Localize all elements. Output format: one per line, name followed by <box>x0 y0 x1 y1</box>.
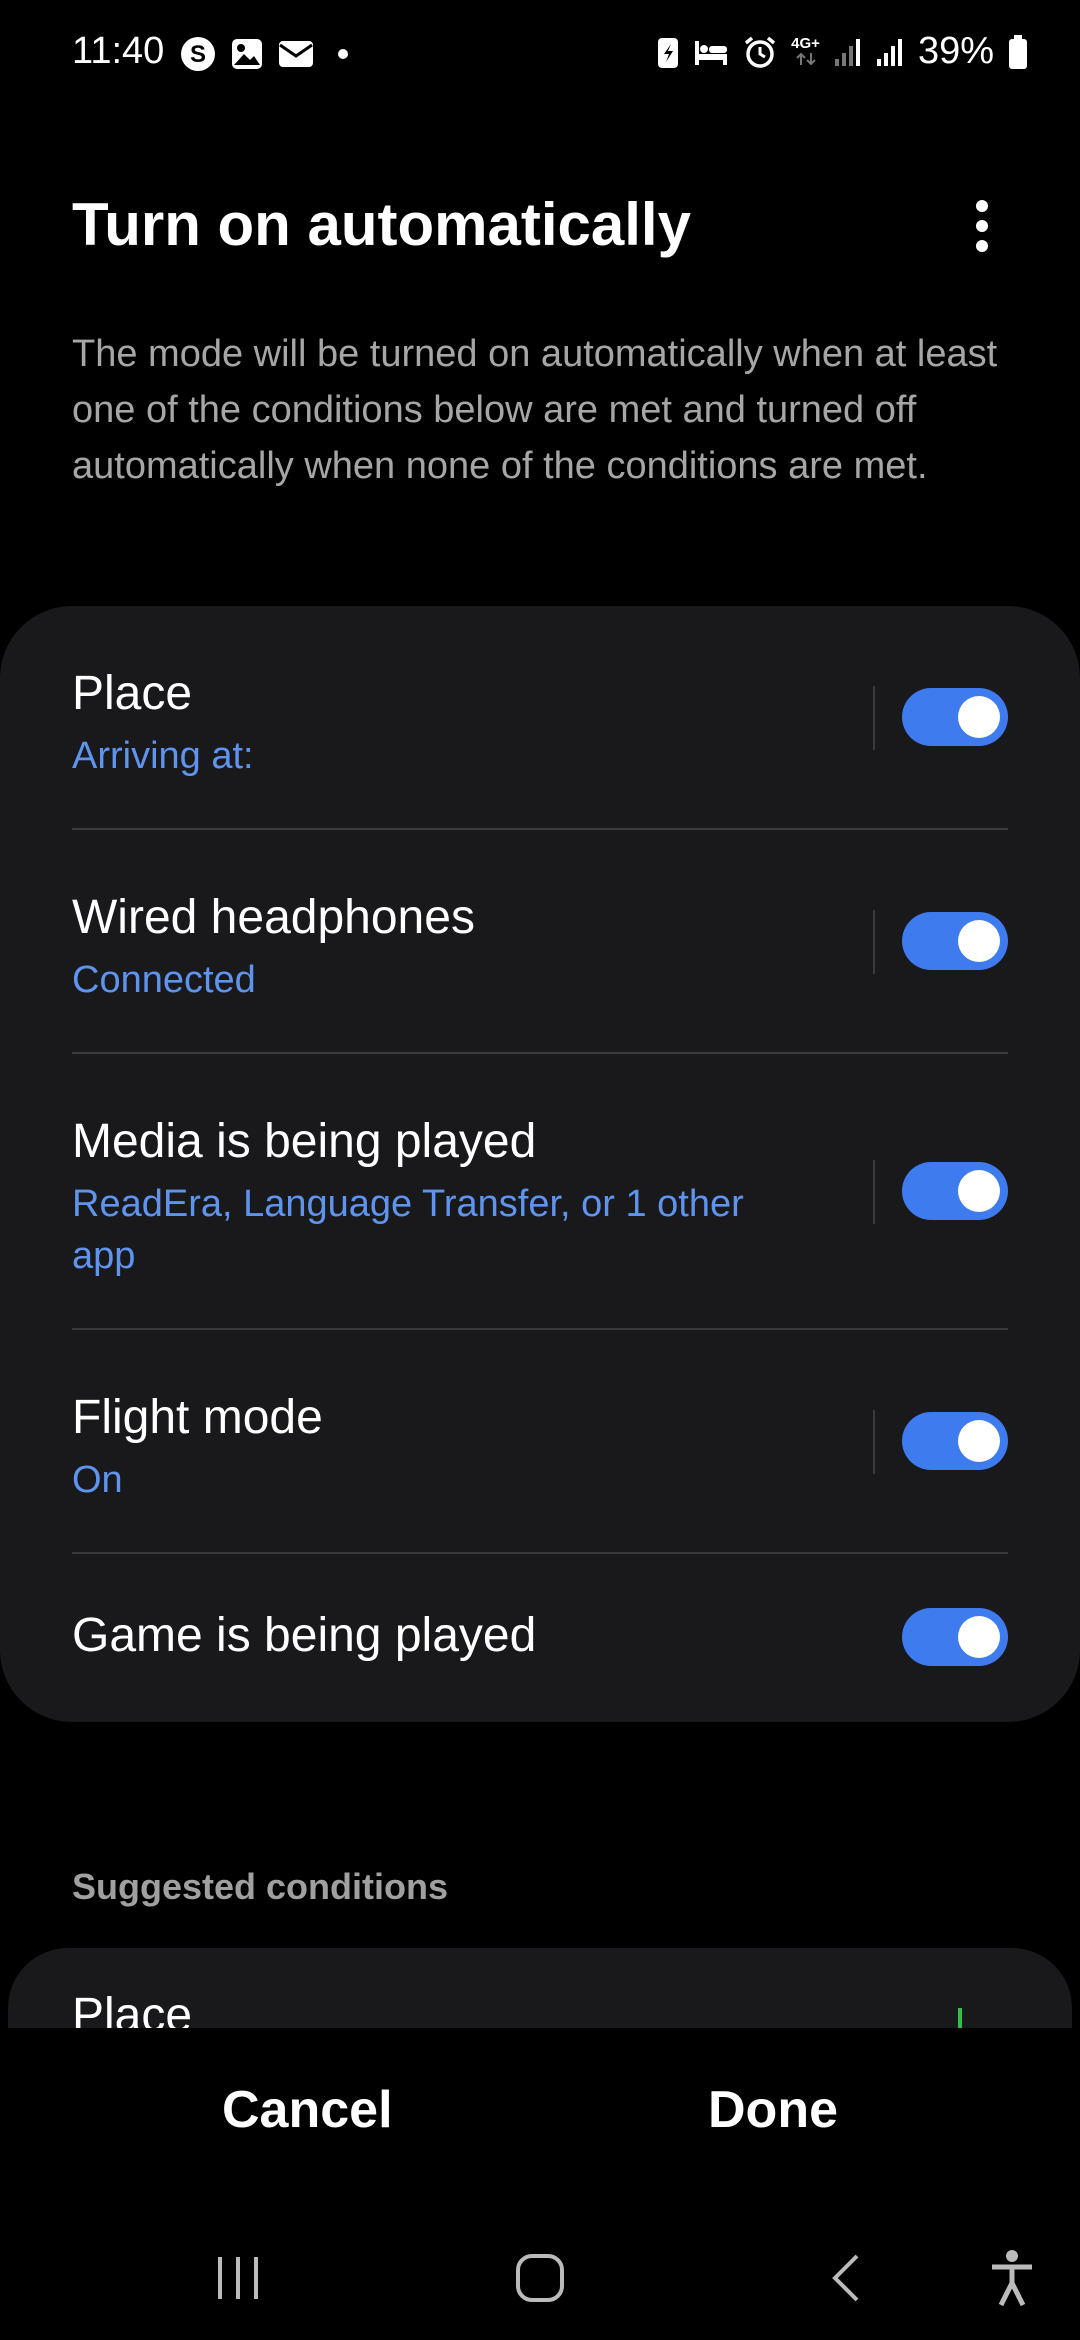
condition-subtitle: ReadEra, Language Transfer, or 1 other a… <box>72 1183 744 1277</box>
dot-icon <box>328 39 358 69</box>
media-played-toggle[interactable] <box>902 1162 1008 1220</box>
battery-percent: 39% <box>917 30 994 72</box>
s-app-icon: S <box>180 36 216 72</box>
add-indicator <box>958 2008 962 2028</box>
condition-subtitle: Connected <box>72 959 256 1001</box>
alarm-icon <box>743 35 777 69</box>
accessibility-icon <box>992 2250 1032 2307</box>
condition-subtitle: Arriving at: <box>72 735 254 777</box>
condition-title: Flight mode <box>72 1391 323 1444</box>
battery-saver-icon <box>657 35 679 69</box>
page-description: The mode will be turned on automatically… <box>72 333 998 487</box>
home-button[interactable] <box>500 2246 580 2310</box>
place-toggle[interactable] <box>902 688 1008 746</box>
more-options-button[interactable] <box>960 190 1004 262</box>
more-vertical-icon <box>976 200 988 252</box>
condition-wired-headphones[interactable]: Wired headphones Connected <box>0 830 1080 1052</box>
accessibility-button[interactable] <box>972 2246 1052 2310</box>
cancel-button[interactable]: Cancel <box>222 2080 393 2140</box>
done-button[interactable]: Done <box>708 2080 838 2140</box>
conditions-card: Place Arriving at: Wired headphones Conn… <box>0 606 1080 1722</box>
status-bar: 11:40 S 4G+ 39% <box>0 0 1080 104</box>
recents-icon <box>218 2257 258 2299</box>
condition-title: Media is being played <box>72 1115 537 1168</box>
navigation-bar <box>0 2210 1080 2340</box>
divider <box>873 1160 875 1224</box>
status-time: 11:40 <box>72 30 165 72</box>
divider <box>873 1410 875 1474</box>
condition-title: Game is being played <box>72 1609 537 1662</box>
condition-game-played[interactable]: Game is being played <box>0 1554 1080 1722</box>
signal-icon <box>834 37 862 67</box>
condition-title: Wired headphones <box>72 891 475 944</box>
back-button[interactable] <box>806 2246 886 2310</box>
home-icon <box>516 2254 564 2302</box>
condition-place[interactable]: Place Arriving at: <box>0 606 1080 828</box>
suggested-condition-place[interactable]: Place <box>8 1948 1072 2028</box>
page-title: Turn on automatically <box>72 191 691 258</box>
condition-flight-mode[interactable]: Flight mode On <box>0 1330 1080 1552</box>
bed-icon <box>693 37 729 67</box>
condition-subtitle: On <box>72 1459 123 1501</box>
back-icon <box>832 2254 859 2302</box>
flight-mode-toggle[interactable] <box>902 1412 1008 1470</box>
recents-button[interactable] <box>198 2246 278 2310</box>
wired-headphones-toggle[interactable] <box>902 912 1008 970</box>
mail-icon <box>278 39 314 69</box>
bottom-action-bar <box>0 2028 1080 2198</box>
gallery-icon <box>230 37 264 71</box>
condition-title: Place <box>72 667 193 720</box>
condition-media-played[interactable]: Media is being played ReadEra, Language … <box>0 1054 1080 1328</box>
svg-text:S: S <box>190 41 206 68</box>
signal-icon <box>876 37 904 67</box>
game-played-toggle[interactable] <box>902 1608 1008 1666</box>
suggested-condition-title: Place <box>72 1989 193 2028</box>
network-4g-icon: 4G+ <box>791 36 820 67</box>
battery-icon <box>1008 34 1028 70</box>
divider <box>873 910 875 974</box>
section-header-suggested: Suggested conditions <box>72 1866 449 1907</box>
divider <box>873 686 875 750</box>
